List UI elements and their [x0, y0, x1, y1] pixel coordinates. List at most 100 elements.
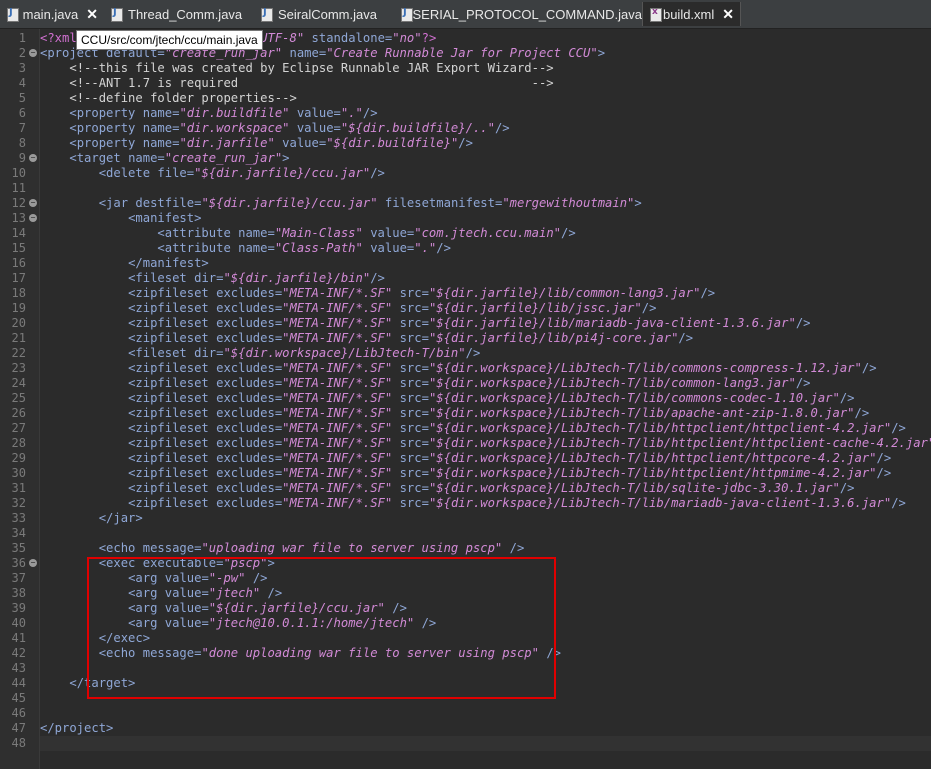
code-line[interactable]: 31 <zipfileset excludes="META-INF/*.SF" …	[0, 481, 931, 496]
code-line[interactable]: 23 <zipfileset excludes="META-INF/*.SF" …	[0, 361, 931, 376]
code-line[interactable]: 24 <zipfileset excludes="META-INF/*.SF" …	[0, 376, 931, 391]
code-line[interactable]: 16 </manifest>	[0, 256, 931, 271]
code-line[interactable]: 33 </jar>	[0, 511, 931, 526]
code-line[interactable]: 25 <zipfileset excludes="META-INF/*.SF" …	[0, 391, 931, 406]
code-line[interactable]: 20 <zipfileset excludes="META-INF/*.SF" …	[0, 316, 931, 331]
fold-collapse-icon[interactable]: −	[29, 199, 37, 207]
code-text: <property name="dir.buildfile" value="."…	[69, 106, 378, 120]
code-line[interactable]: 14 <attribute name="Main-Class" value="c…	[0, 226, 931, 241]
code-line[interactable]: 26 <zipfileset excludes="META-INF/*.SF" …	[0, 406, 931, 421]
line-number: 27	[11, 421, 26, 435]
tab-label: main.java	[22, 6, 79, 22]
code-line[interactable]: 6 <property name="dir.buildfile" value="…	[0, 106, 931, 121]
fold-collapse-icon[interactable]: −	[29, 49, 37, 57]
code-line[interactable]: 45	[0, 691, 931, 706]
code-line[interactable]: 41 </exec>	[0, 631, 931, 646]
code-line[interactable]: 15 <attribute name="Class-Path" value=".…	[0, 241, 931, 256]
tab-thread-comm-java[interactable]: Thread_Comm.java	[104, 2, 254, 26]
code-text: </project>	[40, 721, 114, 735]
code-text: <arg value="-pw" />	[128, 571, 268, 585]
code-text: <fileset dir="${dir.jarfile}/bin"/>	[128, 271, 385, 285]
line-number: 12	[11, 196, 26, 210]
code-line[interactable]: 40 <arg value="jtech@10.0.1.1:/home/jtec…	[0, 616, 931, 631]
line-number: 32	[11, 496, 26, 510]
code-line[interactable]: 4 <!--ANT 1.7 is required -->	[0, 76, 931, 91]
code-line[interactable]: 19 <zipfileset excludes="META-INF/*.SF" …	[0, 301, 931, 316]
line-number: 14	[11, 226, 26, 240]
code-line[interactable]: 13− <manifest>	[0, 211, 931, 226]
line-number: 48	[11, 736, 26, 750]
tab-label: build.xml	[662, 6, 715, 22]
code-line[interactable]: 10 <delete file="${dir.jarfile}/ccu.jar"…	[0, 166, 931, 181]
java-file-icon	[110, 7, 123, 22]
tab-serial-protocol-command-java[interactable]: SERIAL_PROTOCOL_COMMAND.java	[394, 2, 642, 26]
close-icon[interactable]: ✕	[722, 6, 734, 23]
line-number: 22	[11, 346, 26, 360]
code-text: </exec>	[98, 631, 151, 645]
code-line[interactable]: 43	[0, 661, 931, 676]
code-line[interactable]: 22 <fileset dir="${dir.workspace}/LibJte…	[0, 346, 931, 361]
code-text: <zipfileset excludes="META-INF/*.SF" src…	[128, 466, 892, 480]
code-text: <zipfileset excludes="META-INF/*.SF" src…	[128, 286, 716, 300]
code-line[interactable]: 12− <jar destfile="${dir.jarfile}/ccu.ja…	[0, 196, 931, 211]
code-line[interactable]: 32 <zipfileset excludes="META-INF/*.SF" …	[0, 496, 931, 511]
tab-seiralcomm-java[interactable]: SeiralComm.java	[254, 2, 394, 26]
code-line[interactable]: 11	[0, 181, 931, 196]
code-line[interactable]: 38 <arg value="jtech" />	[0, 586, 931, 601]
code-line[interactable]: 7 <property name="dir.workspace" value="…	[0, 121, 931, 136]
fold-collapse-icon[interactable]: −	[29, 154, 37, 162]
code-line[interactable]: 29 <zipfileset excludes="META-INF/*.SF" …	[0, 451, 931, 466]
code-text: <jar destfile="${dir.jarfile}/ccu.jar" f…	[98, 196, 642, 210]
code-text: <echo message="uploading war file to ser…	[98, 541, 525, 555]
code-line[interactable]: 36− <exec executable="pscp">	[0, 556, 931, 571]
code-line[interactable]: 3 <!--this file was created by Eclipse R…	[0, 61, 931, 76]
line-number: 47	[11, 721, 26, 735]
line-number: 43	[11, 661, 26, 675]
code-editor[interactable]: 1<?xml version="1.0" encoding="UTF-8" st…	[0, 29, 931, 769]
line-number: 41	[11, 631, 26, 645]
xml-file-icon	[649, 7, 662, 22]
code-line[interactable]: 37 <arg value="-pw" />	[0, 571, 931, 586]
code-line[interactable]: 28 <zipfileset excludes="META-INF/*.SF" …	[0, 436, 931, 451]
code-text: <attribute name="Main-Class" value="com.…	[157, 226, 576, 240]
code-line[interactable]: 48	[0, 736, 931, 751]
line-number: 42	[11, 646, 26, 660]
code-line[interactable]: 8 <property name="dir.jarfile" value="${…	[0, 136, 931, 151]
code-line[interactable]: 9− <target name="create_run_jar">	[0, 151, 931, 166]
current-line-highlight	[40, 736, 931, 751]
code-line[interactable]: 30 <zipfileset excludes="META-INF/*.SF" …	[0, 466, 931, 481]
code-line[interactable]: 5 <!--define folder properties-->	[0, 91, 931, 106]
code-text: <zipfileset excludes="META-INF/*.SF" src…	[128, 406, 870, 420]
code-line[interactable]: 18 <zipfileset excludes="META-INF/*.SF" …	[0, 286, 931, 301]
code-line[interactable]: 35 <echo message="uploading war file to …	[0, 541, 931, 556]
code-line[interactable]: 47 </project>	[0, 721, 931, 736]
code-text: </target>	[69, 676, 136, 690]
tab-main-java[interactable]: main.java ✕	[0, 2, 104, 26]
code-text: <delete file="${dir.jarfile}/ccu.jar"/>	[98, 166, 385, 180]
code-line[interactable]: 46	[0, 706, 931, 721]
fold-collapse-icon[interactable]: −	[29, 214, 37, 222]
line-number: 38	[11, 586, 26, 600]
code-text: </jar>	[98, 511, 143, 525]
code-line[interactable]: 39 <arg value="${dir.jarfile}/ccu.jar" /…	[0, 601, 931, 616]
code-text: <zipfileset excludes="META-INF/*.SF" src…	[128, 436, 931, 450]
code-line[interactable]: 42 <echo message="done uploading war fil…	[0, 646, 931, 661]
line-number: 4	[18, 76, 26, 90]
code-line[interactable]: 44 </target>	[0, 676, 931, 691]
fold-collapse-icon[interactable]: −	[29, 559, 37, 567]
code-text: <zipfileset excludes="META-INF/*.SF" src…	[128, 481, 855, 495]
tab-build-xml[interactable]: build.xml ✕	[642, 2, 741, 26]
code-text: <echo message="done uploading war file t…	[98, 646, 561, 660]
code-line[interactable]: 34	[0, 526, 931, 541]
code-line[interactable]: 27 <zipfileset excludes="META-INF/*.SF" …	[0, 421, 931, 436]
line-number: 24	[11, 376, 26, 390]
line-number: 25	[11, 391, 26, 405]
code-text: <manifest>	[128, 211, 202, 225]
code-text: <zipfileset excludes="META-INF/*.SF" src…	[128, 451, 892, 465]
line-number: 15	[11, 241, 26, 255]
code-text: <property name="dir.workspace" value="${…	[69, 121, 510, 135]
code-line[interactable]: 21 <zipfileset excludes="META-INF/*.SF" …	[0, 331, 931, 346]
code-line[interactable]: 17 <fileset dir="${dir.jarfile}/bin"/>	[0, 271, 931, 286]
line-number: 19	[11, 301, 26, 315]
close-icon[interactable]: ✕	[86, 6, 98, 23]
